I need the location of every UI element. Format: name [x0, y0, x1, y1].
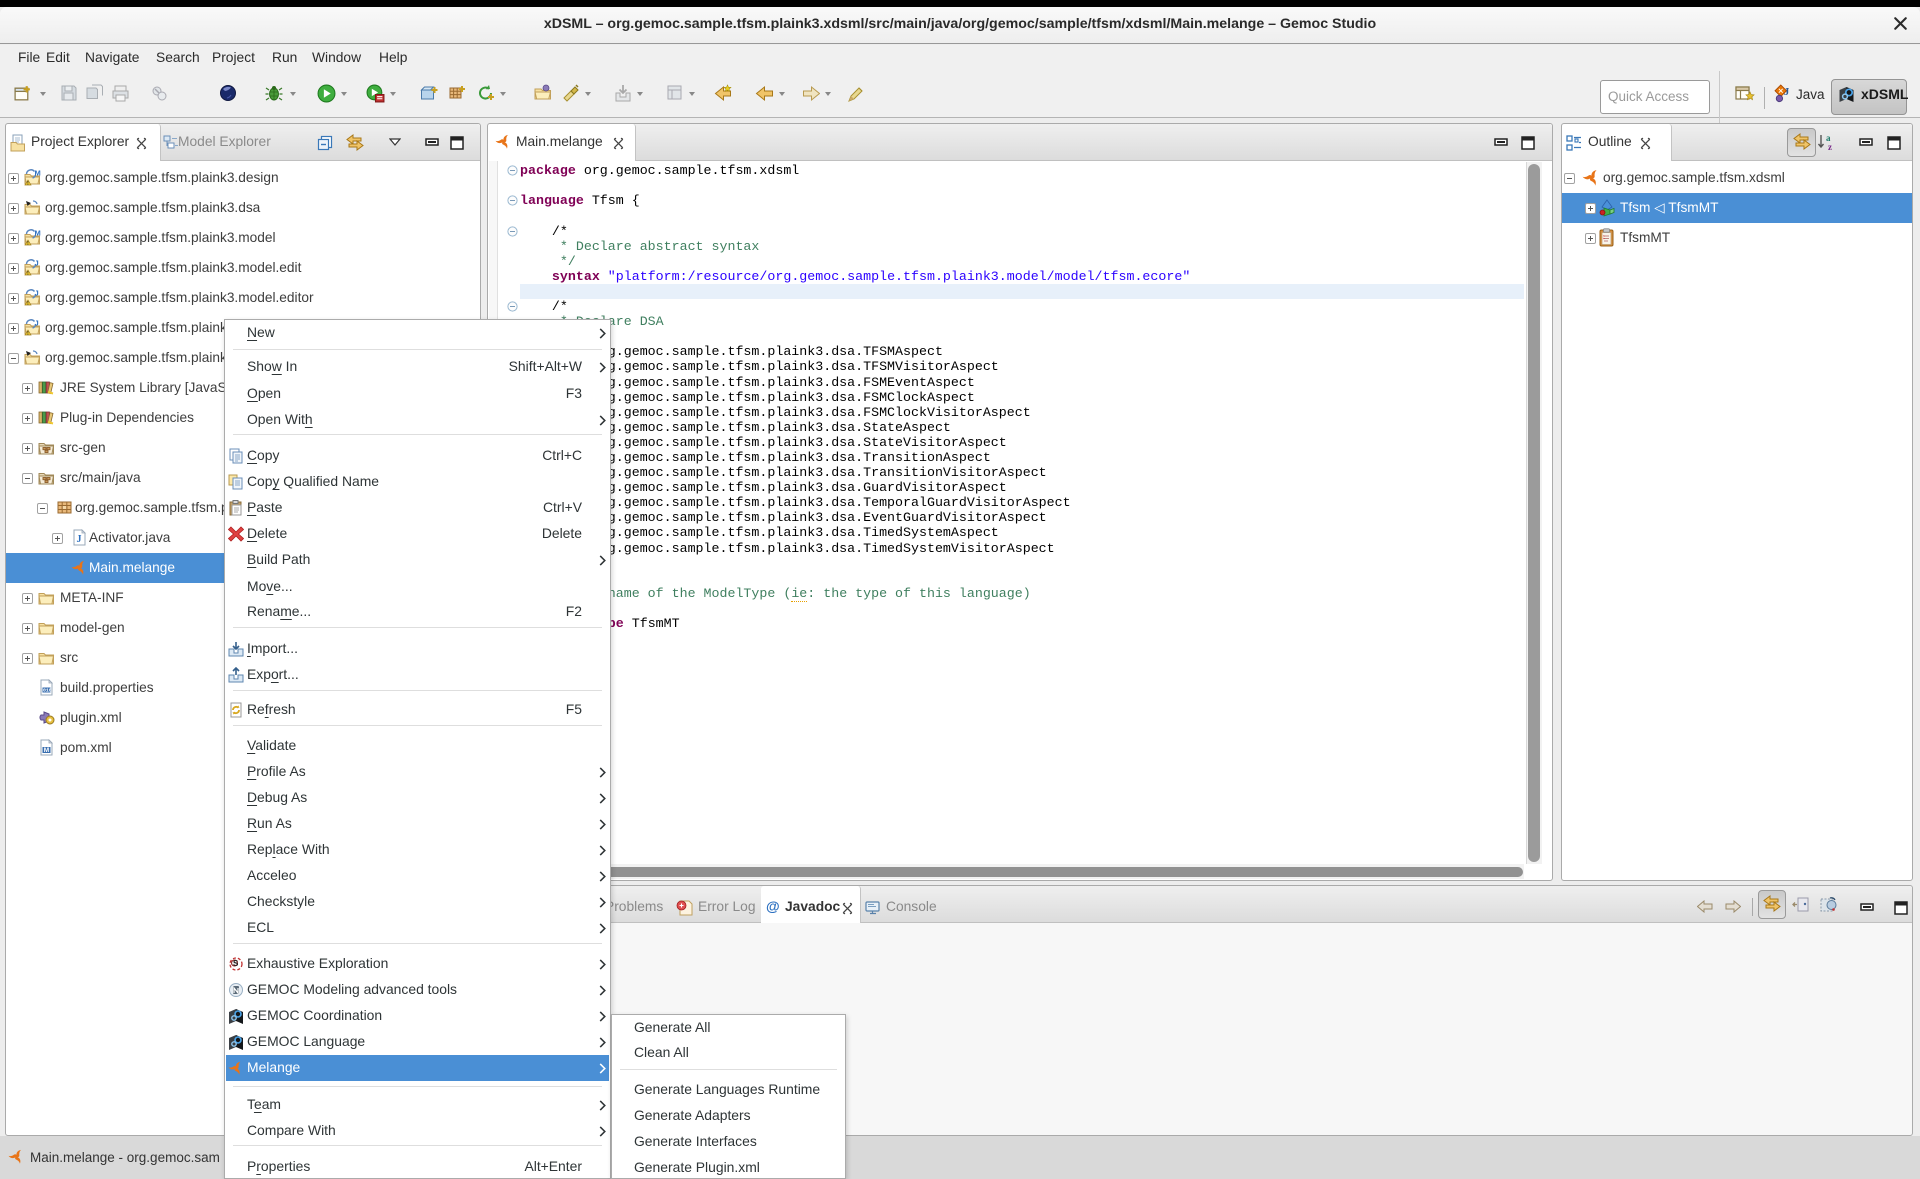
svg-text:J: J	[35, 259, 39, 268]
svg-text:J: J	[35, 319, 39, 328]
svg-text:!: !	[27, 181, 29, 186]
svg-text:M: M	[43, 747, 48, 754]
svg-text:S: S	[233, 959, 239, 968]
svg-text:J: J	[35, 289, 39, 298]
svg-text:!: !	[27, 271, 29, 276]
svg-text:010: 010	[43, 688, 52, 694]
svg-text:!: !	[27, 301, 29, 306]
svg-text:M: M	[35, 169, 41, 178]
svg-text:!: !	[27, 241, 29, 246]
svg-text:M: M	[35, 229, 41, 238]
svg-text:!: !	[27, 331, 29, 336]
svg-text:J: J	[77, 534, 82, 545]
svg-text:J: J	[1784, 86, 1790, 98]
